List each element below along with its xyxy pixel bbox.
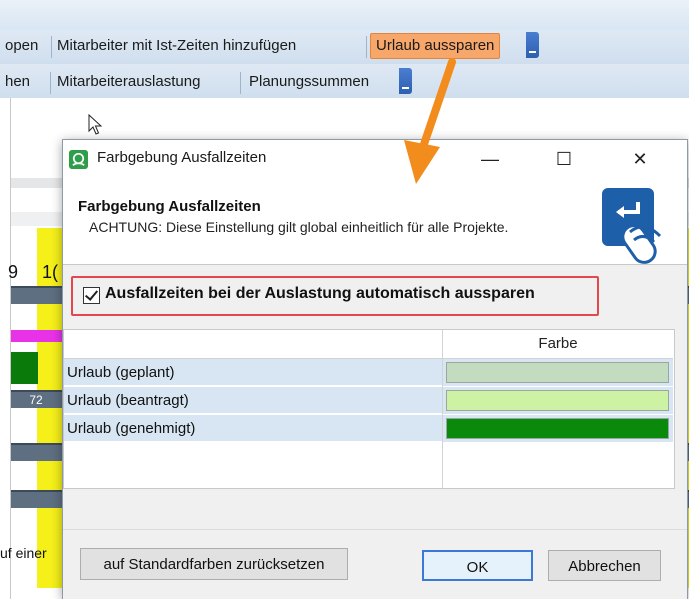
grid-bar-value: 72: [10, 390, 62, 408]
row-color-cell[interactable]: [443, 415, 673, 443]
ribbon-top: [0, 0, 689, 31]
toolbar-add-employees-actual[interactable]: Mitarbeiter mit Ist-Zeiten hinzufügen: [52, 34, 301, 58]
reset-default-colors-button[interactable]: auf Standardfarben zurücksetzen: [80, 548, 348, 580]
toolbar-item-clipped[interactable]: hen: [0, 70, 35, 94]
dialog-header-title: Farbgebung Ausfallzeiten: [78, 198, 261, 215]
grid-bar-green: [10, 352, 38, 384]
timeline-day-10: 1(: [42, 262, 59, 282]
row-label: Urlaub (geplant): [64, 359, 442, 386]
touch-input-icon: [602, 188, 662, 264]
row-label: Urlaub (genehmigt): [64, 415, 442, 442]
row-color-cell[interactable]: [443, 359, 673, 387]
annotation-highlight-box: Ausfallzeiten bei der Auslastung automat…: [71, 276, 599, 316]
toolbar-planning-sums[interactable]: Planungssummen: [244, 70, 374, 94]
timeline-day-9: 9: [8, 262, 19, 282]
table-header-color: Farbe: [443, 330, 673, 359]
toolbar-separator: [50, 72, 51, 94]
ribbon-row-1: open Mitarbeiter mit Ist-Zeiten hinzufüg…: [0, 30, 689, 64]
color-swatch[interactable]: [446, 418, 669, 439]
toolbar-overflow-dropdown-2[interactable]: [399, 68, 412, 94]
color-swatch[interactable]: [446, 362, 669, 383]
grid-bar: [10, 286, 62, 304]
absence-color-table: Farbe Urlaub (geplant) Urlaub (beantragt…: [63, 329, 675, 489]
toolbar-separator: [240, 72, 241, 94]
dialog-footer: auf Standardfarben zurücksetzen OK Abbre…: [63, 529, 687, 599]
mouse-cursor-icon: [88, 114, 102, 135]
toolbar-employee-utilization[interactable]: Mitarbeiterauslastung: [52, 70, 205, 94]
minimize-icon[interactable]: —: [468, 144, 512, 174]
table-row[interactable]: Urlaub (genehmigt): [64, 415, 673, 443]
table-row[interactable]: Urlaub (beantragt): [64, 387, 673, 415]
dialog-titlebar[interactable]: Farbgebung Ausfallzeiten — ☐ ✕: [63, 140, 687, 178]
row-label: Urlaub (beantragt): [64, 387, 442, 414]
grid-left-border: [10, 98, 11, 599]
app-logo-icon: [69, 150, 88, 169]
clipped-button-text: uf einer: [0, 545, 47, 561]
grid-bar: [10, 443, 62, 461]
ribbon-row-2: hen Mitarbeiterauslastung Planungssummen: [0, 64, 689, 99]
grid-bar-magenta: [10, 330, 62, 342]
auto-exclude-checkbox[interactable]: [83, 287, 100, 304]
color-swatch[interactable]: [446, 390, 669, 411]
auto-exclude-checkbox-label[interactable]: Ausfallzeiten bei der Auslastung automat…: [105, 285, 535, 303]
toolbar-item-groups[interactable]: open: [0, 34, 43, 58]
maximize-icon[interactable]: ☐: [542, 144, 586, 174]
ok-button[interactable]: OK: [422, 550, 533, 581]
dialog-title: Farbgebung Ausfallzeiten: [97, 149, 267, 166]
toolbar-urlaub-aussparen-button[interactable]: Urlaub aussparen: [370, 33, 501, 59]
table-header-label: [64, 330, 442, 359]
table-column-separator: [442, 330, 443, 488]
close-icon[interactable]: ✕: [618, 144, 662, 174]
grid-bar: [10, 490, 62, 508]
dialog-header-subtitle: ACHTUNG: Diese Einstellung gilt global e…: [89, 219, 509, 235]
farbgebung-dialog: Farbgebung Ausfallzeiten — ☐ ✕ Farbgebun…: [62, 139, 688, 599]
cancel-button[interactable]: Abbrechen: [548, 550, 661, 581]
row-color-cell[interactable]: [443, 387, 673, 415]
toolbar-separator: [366, 36, 367, 58]
table-row[interactable]: Urlaub (geplant): [64, 359, 673, 387]
toolbar-overflow-dropdown[interactable]: [526, 32, 539, 58]
